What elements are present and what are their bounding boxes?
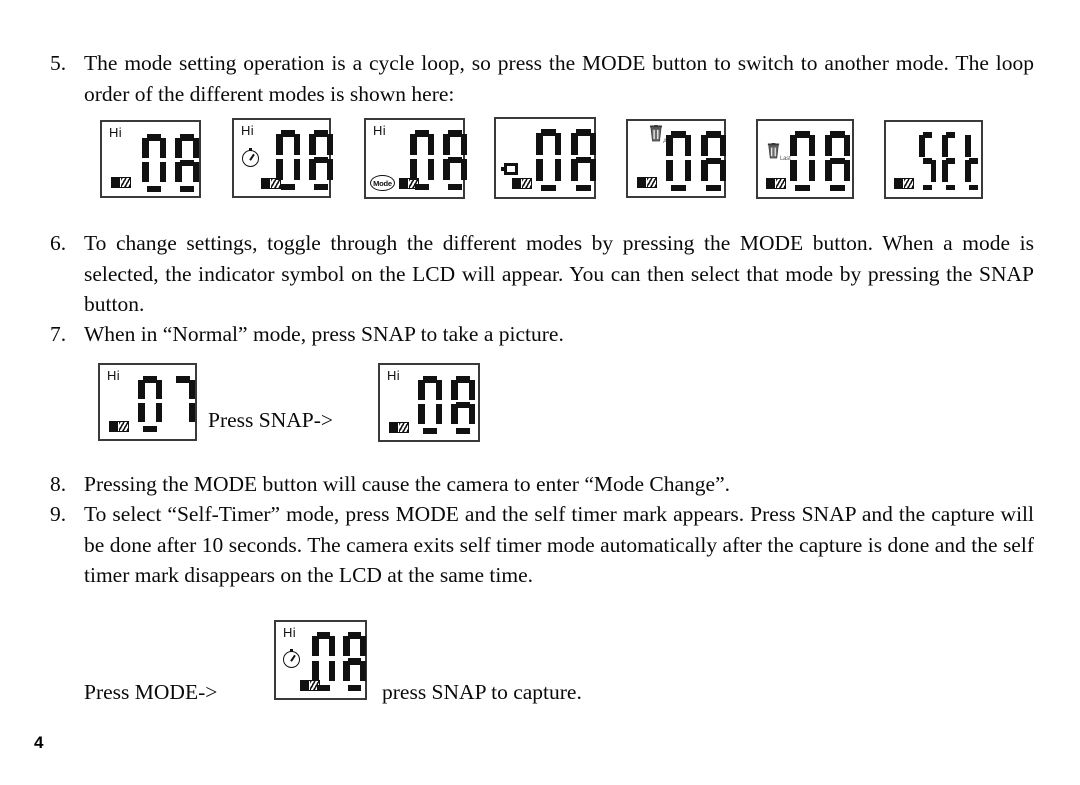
lcd-self-timer-08: Hi <box>274 620 367 700</box>
battery-icon <box>512 178 532 189</box>
lcd-mode-change-digits <box>410 130 476 190</box>
lcd-normal-hi: Hi <box>109 125 122 140</box>
press-snap-caption: Press SNAP-> <box>208 408 334 432</box>
seven-segment-digit <box>343 632 366 691</box>
battery-icon <box>894 178 914 189</box>
lcd-delete-all-digits <box>666 131 736 191</box>
list-item-8-text: Pressing the MODE button will cause the … <box>84 472 731 496</box>
seven-segment-digit <box>571 129 596 191</box>
battery-icon <box>111 177 131 188</box>
list-item-5: 5. The mode setting operation is a cycle… <box>50 48 1034 109</box>
lcd-self-timer-digits <box>276 130 342 190</box>
seven-segment-digit <box>410 130 434 190</box>
battery-icon <box>389 422 409 433</box>
lcd-count-07-hi: Hi <box>107 368 120 383</box>
list-item-9: 9. To select “Self-Timer” mode, press MO… <box>50 499 1034 591</box>
seven-segment-digit <box>312 632 335 691</box>
seven-segment-digit <box>418 376 442 434</box>
lcd-delete-last: Last <box>756 119 854 199</box>
battery-icon <box>637 177 657 188</box>
lcd-mode-change: Hi Mode <box>364 118 467 199</box>
mode-icon: Mode <box>370 175 395 191</box>
lcd-normal-digits <box>142 134 208 192</box>
page-number: 4 <box>34 733 44 752</box>
press-mode-caption: Press MODE-> <box>84 680 218 704</box>
lcd-count-07: Hi <box>98 363 197 441</box>
list-item-7-text: When in “Normal” mode, press SNAP to tak… <box>84 322 564 346</box>
seven-segment-digit <box>171 376 195 432</box>
list-item-8: 8. Pressing the MODE button will cause t… <box>50 469 1034 500</box>
trash-last-label: Last <box>780 156 791 162</box>
lcd-video-digits <box>536 129 606 191</box>
list-item-9-number: 9. <box>50 502 67 526</box>
seven-segment-digit <box>138 376 162 432</box>
list-item-9-text: To select “Self-Timer” mode, press MODE … <box>84 502 1034 587</box>
list-item-6-text: To change settings, toggle through the d… <box>84 231 1034 316</box>
lcd-delete-last-digits <box>790 131 860 191</box>
lcd-self-timer-08-digits <box>312 632 374 691</box>
seven-segment-digit <box>175 134 199 192</box>
seven-segment-digit <box>825 131 850 191</box>
lcd-count-07-digits <box>138 376 204 432</box>
seven-segment-digit <box>451 376 475 434</box>
lcd-self-timer-hi: Hi <box>241 123 254 138</box>
lcd-set-digits <box>919 132 988 190</box>
seven-segment-digit <box>276 130 300 190</box>
seven-segment-digit <box>965 132 982 190</box>
seven-segment-digit <box>309 130 333 190</box>
battery-icon <box>109 421 129 432</box>
list-item-8-number: 8. <box>50 472 67 496</box>
seven-segment-digit <box>666 131 691 191</box>
list-item-6: 6. To change settings, toggle through th… <box>50 228 1034 320</box>
list-item-5-text: The mode setting operation is a cycle lo… <box>84 51 1034 106</box>
seven-segment-digit <box>536 129 561 191</box>
list-item-6-number: 6. <box>50 231 67 255</box>
list-item-7: 7. When in “Normal” mode, press SNAP to … <box>50 319 1034 350</box>
seven-segment-digit <box>701 131 726 191</box>
seven-segment-digit <box>942 132 959 190</box>
self-timer-icon <box>283 649 300 668</box>
lcd-count-08-digits <box>418 376 484 434</box>
seven-segment-digit <box>919 132 936 190</box>
lcd-count-08: Hi <box>378 363 480 442</box>
lcd-set <box>884 120 983 199</box>
lcd-video <box>494 117 596 199</box>
seven-segment-digit <box>443 130 467 190</box>
battery-icon <box>766 178 786 189</box>
lcd-delete-all: ALL <box>626 119 726 198</box>
press-snap-capture-caption: press SNAP to capture. <box>382 680 582 704</box>
lcd-self-timer: Hi <box>232 118 333 198</box>
video-camera-icon <box>501 163 518 175</box>
seven-segment-digit <box>142 134 166 192</box>
document-page: 5. The mode setting operation is a cycle… <box>0 0 1080 785</box>
list-item-7-number: 7. <box>50 322 67 346</box>
lcd-self-timer-08-hi: Hi <box>283 625 296 640</box>
list-item-5-number: 5. <box>50 51 67 75</box>
seven-segment-digit <box>790 131 815 191</box>
lcd-normal: Hi <box>100 120 201 198</box>
lcd-count-08-hi: Hi <box>387 368 400 383</box>
lcd-mode-change-hi: Hi <box>373 123 386 138</box>
self-timer-icon <box>242 148 259 167</box>
